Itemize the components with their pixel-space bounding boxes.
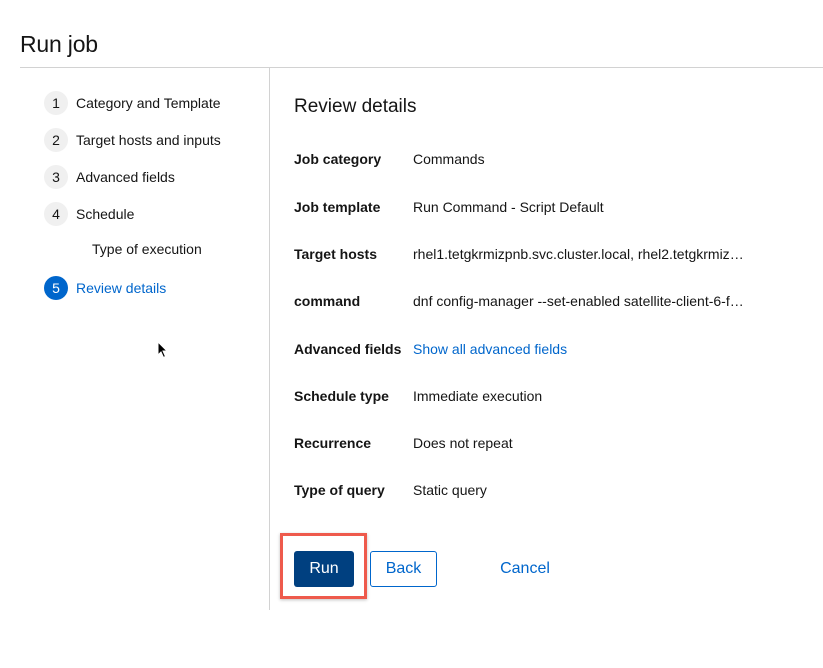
row-value: Static query <box>413 482 487 498</box>
step-number: 5 <box>44 276 68 300</box>
row-label: Job category <box>294 151 382 167</box>
review-row-target-hosts: Target hosts rhel1.tetgkrmizpnb.svc.clus… <box>294 246 794 266</box>
step-number: 4 <box>44 202 68 226</box>
cancel-button[interactable]: Cancel <box>492 551 558 587</box>
nav-divider <box>269 68 270 610</box>
wizard-step-target-hosts-and-inputs[interactable]: 2 Target hosts and inputs <box>44 128 221 152</box>
run-job-page: Run job 1 Category and Template 2 Target… <box>0 0 823 668</box>
page-title: Run job <box>20 31 98 57</box>
wizard-substep-type-of-execution[interactable]: Type of execution <box>92 241 202 257</box>
review-row-type-of-query: Type of query Static query <box>294 482 794 502</box>
row-label: Target hosts <box>294 246 377 262</box>
row-value: Run Command - Script Default <box>413 199 604 215</box>
review-row-recurrence: Recurrence Does not repeat <box>294 435 794 455</box>
row-label: Advanced fields <box>294 341 402 357</box>
wizard-step-category-and-template[interactable]: 1 Category and Template <box>44 91 221 115</box>
step-label: Schedule <box>76 206 135 222</box>
step-number: 2 <box>44 128 68 152</box>
review-row-job-template: Job template Run Command - Script Defaul… <box>294 199 794 219</box>
row-label: Schedule type <box>294 388 389 404</box>
wizard-step-review-details[interactable]: 5 Review details <box>44 276 166 300</box>
show-all-advanced-fields-link[interactable]: Show all advanced fields <box>413 341 749 357</box>
review-details-title: Review details <box>294 96 417 117</box>
step-label: Advanced fields <box>76 169 175 185</box>
mouse-pointer-icon <box>157 341 169 359</box>
wizard-step-schedule[interactable]: 4 Schedule <box>44 202 134 226</box>
row-value: dnf config-manager --set-enabled satelli… <box>413 293 749 309</box>
run-button[interactable]: Run <box>294 551 354 587</box>
row-label: Recurrence <box>294 435 372 451</box>
step-number: 1 <box>44 91 68 115</box>
row-value: Does not repeat <box>413 435 513 451</box>
step-label: Review details <box>76 280 167 296</box>
step-label: Target hosts and inputs <box>76 132 221 148</box>
row-value: rhel1.tetgkrmizpnb.svc.cluster.local, rh… <box>413 246 745 262</box>
row-label: command <box>294 293 361 309</box>
back-button[interactable]: Back <box>370 551 437 587</box>
review-row-advanced-fields: Advanced fields Show all advanced fields <box>294 341 794 361</box>
review-row-command: command dnf config-manager --set-enabled… <box>294 293 794 313</box>
wizard-step-advanced-fields[interactable]: 3 Advanced fields <box>44 165 175 189</box>
review-row-schedule-type: Schedule type Immediate execution <box>294 388 794 408</box>
row-label: Type of query <box>294 482 385 498</box>
review-row-job-category: Job category Commands <box>294 151 794 171</box>
row-value: Immediate execution <box>413 388 543 404</box>
row-label: Job template <box>294 199 381 215</box>
step-number: 3 <box>44 165 68 189</box>
title-divider <box>20 67 823 68</box>
step-label: Category and Template <box>76 95 221 111</box>
row-value: Commands <box>413 151 485 167</box>
